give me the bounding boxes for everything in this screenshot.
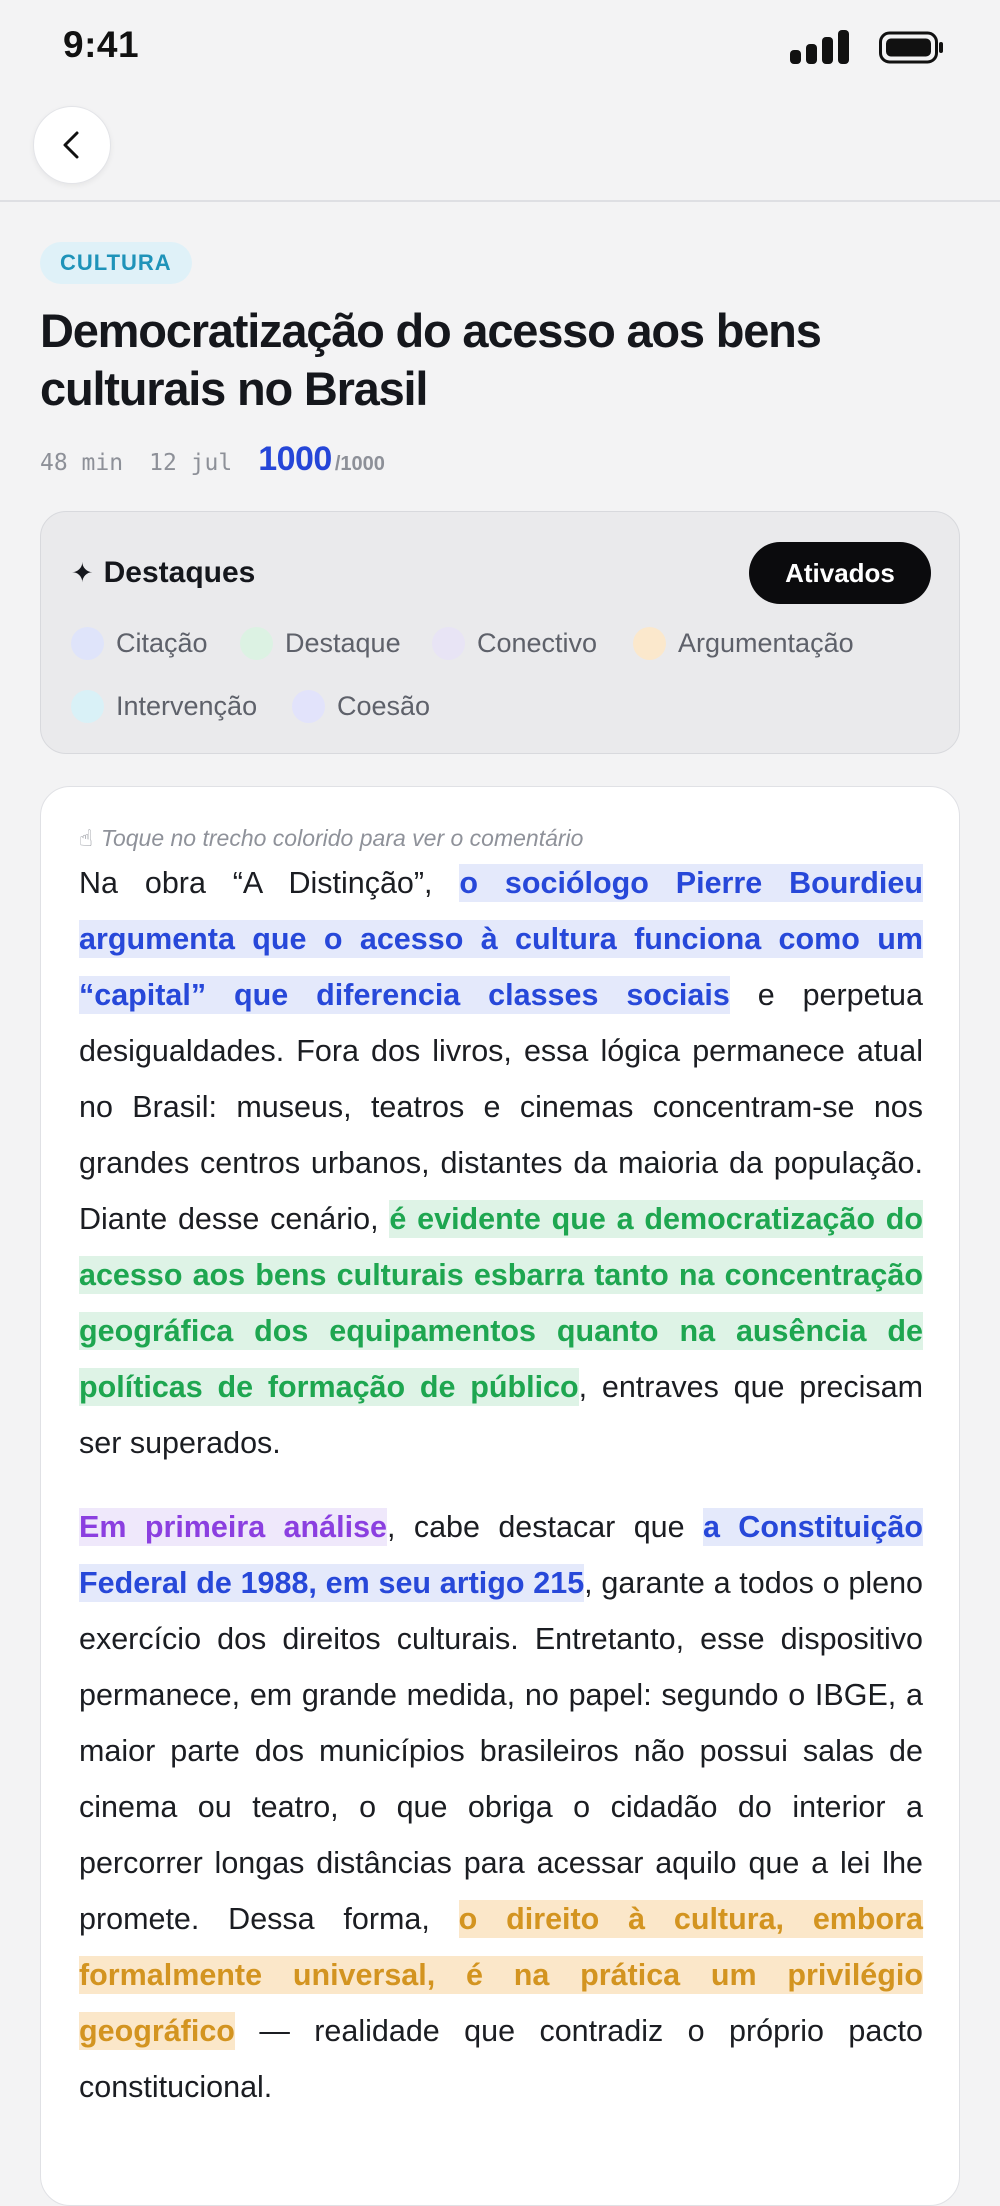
essay-text: e perpetua desigualdades. Fora dos livro… (79, 978, 923, 1236)
legend-item-destaque[interactable]: Destaque (240, 627, 401, 660)
duration-text: 48 min (40, 450, 124, 476)
category-tag: CULTURA (40, 242, 192, 284)
legend-swatch (432, 627, 465, 660)
pointing-hand-icon: ☝ (79, 825, 94, 851)
back-button[interactable] (33, 106, 111, 184)
status-time: 9:41 (63, 24, 140, 65)
battery-icon (879, 31, 943, 64)
legend-label: Coesão (337, 691, 431, 721)
essay-text: , garante a todos o pleno exercício dos … (79, 1566, 924, 1936)
legend-item-citacao[interactable]: Citação (71, 627, 208, 660)
highlights-title-label: Destaques (103, 556, 256, 589)
highlights-toggle-button[interactable]: Ativados (749, 542, 931, 604)
date-text: 12 jul (149, 450, 233, 476)
essay-paragraph-1: Na obra “A Distinção”, o sociólogo Pierr… (79, 855, 923, 1471)
legend-item-conectivo[interactable]: Conectivo (432, 627, 597, 660)
legend-label: Intervenção (116, 691, 258, 721)
essay-card: ☝ Toque no trecho colorido para ver o co… (40, 786, 960, 2206)
legend-swatch (71, 627, 104, 660)
legend-swatch (633, 627, 666, 660)
legend-item-intervencao[interactable]: Intervenção (71, 690, 257, 723)
legend-label: Destaque (285, 628, 401, 658)
legend-swatch (71, 690, 104, 723)
nav-bar (0, 95, 1000, 202)
highlights-panel: ✦ Destaques Ativados Citação Destaque Co… (40, 511, 960, 754)
legend-label: Citação (116, 628, 208, 658)
legend-swatch (292, 690, 325, 723)
score-total: /1000 (334, 453, 385, 475)
sparkle-icon: ✦ (71, 557, 94, 588)
legend-label: Conectivo (477, 628, 598, 658)
score-value: 1000 (258, 440, 332, 478)
signal-icon (790, 30, 849, 64)
legend-item-coesao[interactable]: Coesão (292, 690, 430, 723)
essay-body: Na obra “A Distinção”, o sociólogo Pierr… (79, 855, 923, 2143)
legend-item-argumentacao[interactable]: Argumentação (633, 627, 854, 660)
status-bar: 9:41 (0, 0, 1000, 95)
essay-text: Na obra “A Distinção”, (79, 866, 460, 900)
chevron-left-icon (63, 131, 79, 159)
essay-text: , cabe destacar que (387, 1510, 703, 1544)
tap-hint: ☝ Toque no trecho colorido para ver o co… (79, 825, 583, 852)
highlights-title: ✦ Destaques (71, 556, 255, 590)
essay-title: Democratização do acesso aos bens cultur… (40, 304, 822, 415)
legend-label: Argumentação (678, 628, 854, 658)
essay-meta: 48 min 12 jul 1000 /1000 (40, 440, 385, 480)
legend-swatch (240, 627, 273, 660)
highlight-conectivo[interactable]: Em primeira análise (79, 1508, 387, 1546)
tap-hint-text: Toque no trecho colorido para ver o come… (101, 825, 584, 851)
essay-paragraph-2: Em primeira análise, cabe destacar que a… (79, 1499, 923, 2115)
